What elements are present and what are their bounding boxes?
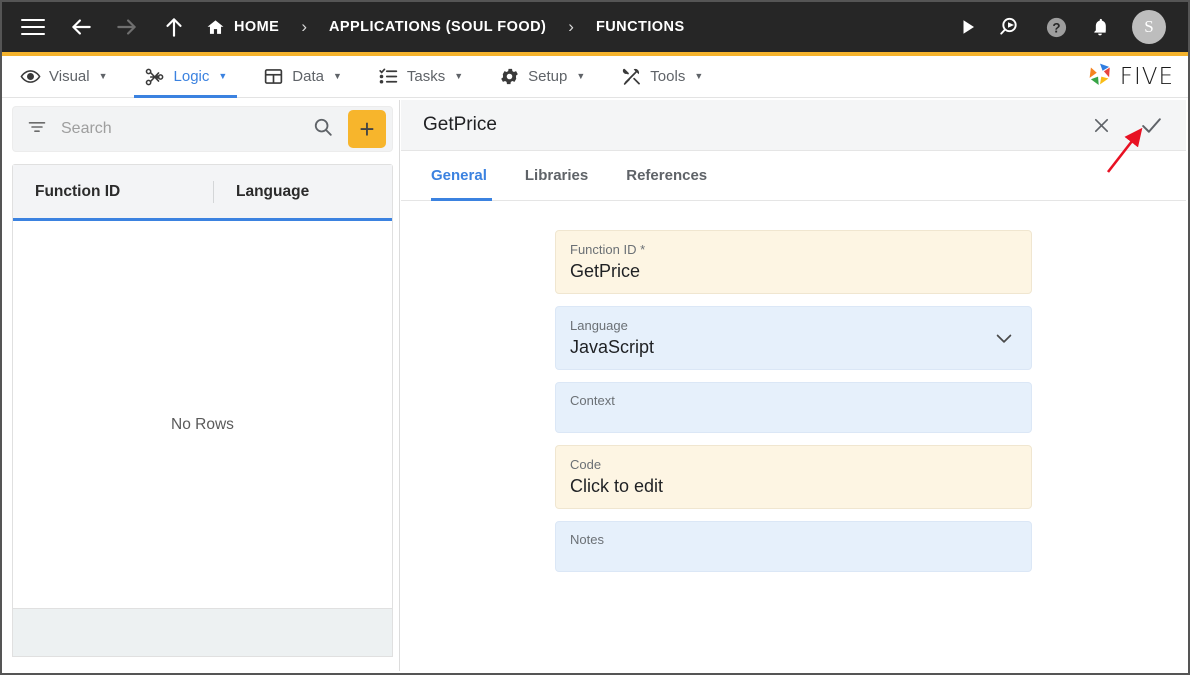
context-label: Context bbox=[570, 393, 615, 408]
functions-list-panel: + Function ID Language No Rows bbox=[6, 100, 400, 671]
detail-tabs: General Libraries References bbox=[401, 151, 1186, 201]
breadcrumb-applications[interactable]: APPLICATIONS (SOUL FOOD) bbox=[329, 19, 546, 35]
close-button[interactable] bbox=[1086, 110, 1116, 140]
column-header-function-id[interactable]: Function ID bbox=[13, 183, 213, 201]
tab-general[interactable]: General bbox=[423, 151, 506, 201]
chevron-down-icon: ▼ bbox=[576, 71, 586, 81]
notes-field[interactable]: Notes bbox=[555, 521, 1032, 572]
nav-item-tasks-label: Tasks bbox=[406, 68, 446, 85]
user-avatar[interactable]: S bbox=[1132, 10, 1166, 44]
hamburger-menu-icon[interactable] bbox=[8, 2, 58, 52]
application-window: HOME › APPLICATIONS (SOUL FOOD) › FUNCTI… bbox=[0, 0, 1190, 675]
code-value[interactable]: Click to edit bbox=[570, 473, 1015, 499]
language-label: Language bbox=[570, 318, 628, 333]
breadcrumb-separator-1: › bbox=[301, 17, 307, 36]
active-tab-underline bbox=[133, 94, 238, 98]
logic-nodes-icon bbox=[144, 66, 166, 88]
add-function-button[interactable]: + bbox=[348, 110, 386, 148]
gear-icon bbox=[499, 66, 520, 87]
nav-item-setup[interactable]: Setup ▼ bbox=[481, 56, 603, 98]
grid-header-row: Function ID Language bbox=[13, 165, 392, 221]
nav-item-tasks[interactable]: Tasks ▼ bbox=[360, 56, 481, 98]
run-icon[interactable] bbox=[959, 18, 977, 36]
chevron-down-icon[interactable] bbox=[993, 327, 1015, 354]
function-form: Function ID * GetPrice Language JavaScri… bbox=[401, 201, 1186, 572]
nav-item-visual[interactable]: Visual ▼ bbox=[2, 56, 126, 98]
chevron-down-icon: ▼ bbox=[694, 71, 704, 81]
breadcrumb-home-label: HOME bbox=[234, 19, 280, 35]
nav-item-logic-label: Logic bbox=[173, 68, 210, 85]
language-value[interactable]: JavaScript bbox=[570, 334, 1015, 360]
tab-general-label: General bbox=[431, 167, 487, 184]
notes-label: Notes bbox=[570, 532, 604, 547]
nav-item-tools-label: Tools bbox=[650, 68, 686, 85]
nav-item-tools[interactable]: Tools ▼ bbox=[603, 56, 721, 98]
nav-item-data-label: Data bbox=[292, 68, 324, 85]
breadcrumb-home[interactable]: HOME bbox=[206, 18, 279, 37]
notes-value[interactable] bbox=[570, 548, 1015, 574]
nav-item-visual-label: Visual bbox=[49, 68, 90, 85]
table-grid-icon bbox=[263, 66, 284, 87]
nav-item-data[interactable]: Data ▼ bbox=[245, 56, 360, 98]
language-field[interactable]: Language JavaScript bbox=[555, 306, 1032, 370]
tab-libraries[interactable]: Libraries bbox=[506, 151, 607, 201]
page-title: GetPrice bbox=[423, 114, 497, 135]
top-navigation-bar: HOME › APPLICATIONS (SOUL FOOD) › FUNCTI… bbox=[2, 2, 1188, 52]
function-detail-panel: GetPrice General Libraries References Fu… bbox=[401, 100, 1186, 671]
chevron-down-icon: ▼ bbox=[332, 71, 342, 81]
module-navigation: Visual ▼ Logic ▼ Data ▼ Tasks ▼ Setup ▼ … bbox=[2, 56, 1188, 98]
svg-text:?: ? bbox=[1052, 20, 1060, 35]
context-value[interactable] bbox=[570, 409, 1015, 435]
five-brand-logo: FIVE bbox=[1087, 61, 1188, 92]
tab-libraries-label: Libraries bbox=[524, 167, 589, 184]
chevron-down-icon: ▼ bbox=[98, 71, 108, 81]
nav-item-logic[interactable]: Logic ▼ bbox=[126, 56, 246, 98]
help-icon[interactable]: ? bbox=[1045, 16, 1068, 39]
home-icon bbox=[206, 18, 225, 37]
notifications-bell-icon[interactable] bbox=[1090, 17, 1110, 37]
chevron-down-icon: ▼ bbox=[454, 71, 464, 81]
active-tab-underline bbox=[431, 197, 492, 201]
code-label: Code bbox=[570, 457, 602, 472]
filter-icon[interactable] bbox=[27, 117, 47, 142]
breadcrumb-separator-2: › bbox=[568, 17, 574, 36]
topbar-actions: ? S bbox=[959, 10, 1188, 44]
function-id-value[interactable]: GetPrice bbox=[570, 258, 1015, 284]
back-arrow-icon[interactable] bbox=[58, 2, 104, 52]
nav-item-setup-label: Setup bbox=[528, 68, 568, 85]
five-pinwheel-logo-icon bbox=[1087, 61, 1113, 92]
column-header-language[interactable]: Language bbox=[213, 180, 392, 203]
code-field[interactable]: Code Click to edit bbox=[555, 445, 1032, 509]
tab-references-label: References bbox=[626, 167, 708, 184]
search-input[interactable] bbox=[61, 120, 298, 138]
chevron-down-icon: ▼ bbox=[218, 71, 228, 81]
function-id-field[interactable]: Function ID * GetPrice bbox=[555, 230, 1032, 294]
breadcrumb-functions[interactable]: FUNCTIONS bbox=[596, 19, 685, 35]
detail-header: GetPrice bbox=[401, 100, 1186, 151]
grid-body: No Rows bbox=[13, 221, 392, 608]
search-query-icon[interactable] bbox=[999, 15, 1023, 39]
tools-icon bbox=[621, 66, 642, 87]
empty-state-message: No Rows bbox=[171, 416, 234, 433]
function-id-label: Function ID * bbox=[570, 242, 646, 257]
search-bar: + bbox=[12, 106, 393, 152]
detail-header-actions bbox=[1086, 110, 1166, 140]
save-check-button[interactable] bbox=[1136, 110, 1166, 140]
search-icon[interactable] bbox=[312, 116, 334, 143]
checklist-icon bbox=[378, 66, 399, 87]
forward-arrow-icon bbox=[104, 2, 150, 52]
functions-grid: Function ID Language No Rows bbox=[12, 164, 393, 609]
context-field[interactable]: Context bbox=[555, 382, 1032, 433]
up-arrow-icon[interactable] bbox=[150, 2, 198, 52]
eye-icon bbox=[20, 66, 41, 87]
grid-footer bbox=[12, 609, 393, 657]
tab-references[interactable]: References bbox=[607, 151, 726, 201]
brand-name: FIVE bbox=[1119, 63, 1174, 90]
